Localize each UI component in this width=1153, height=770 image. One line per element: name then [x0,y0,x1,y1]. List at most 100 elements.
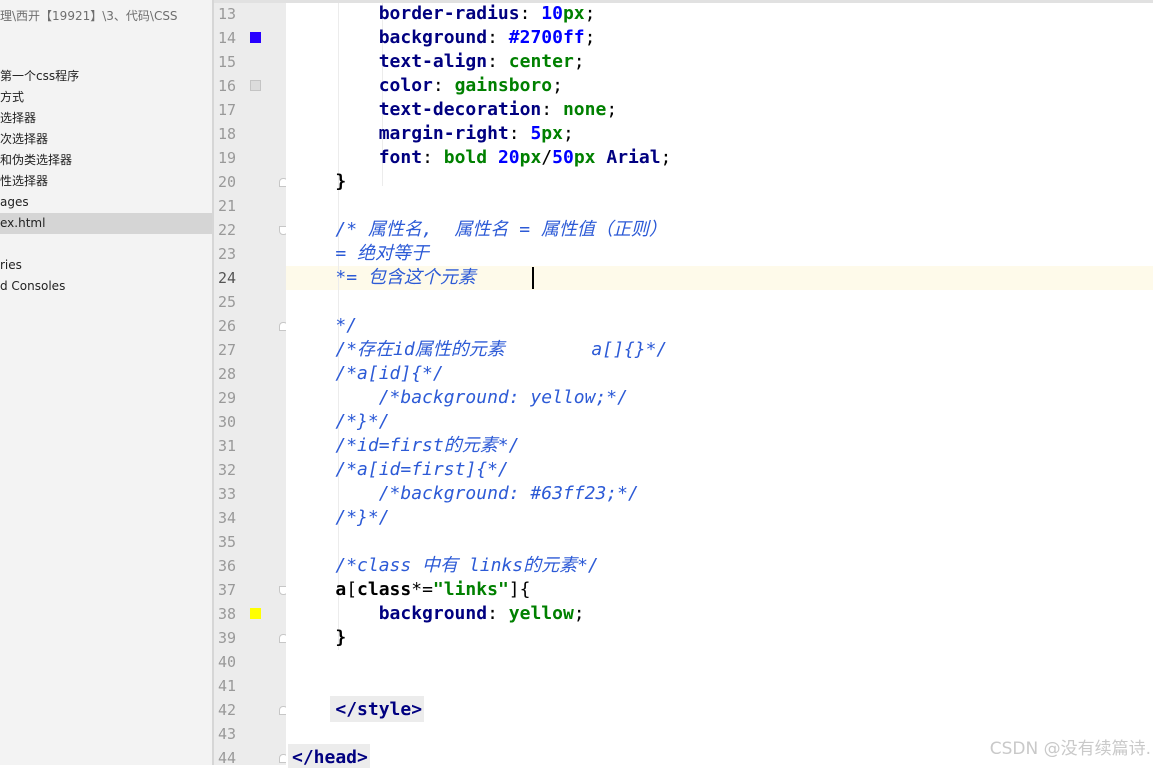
tree-item[interactable]: ries [0,255,22,276]
code-token: : [487,603,509,624]
code-token: : [508,123,531,144]
code-token: ; [573,603,585,624]
code-token: "links" [432,579,509,600]
code-token: /*class 中有 links的元素*/ [335,555,599,576]
color-preview-swatch[interactable] [250,80,261,91]
line-number: 37 [218,581,237,599]
code-line: /*a[id]{*/ [292,362,443,386]
line-number: 32 [218,461,237,479]
code-token: /*a[id=first]{*/ [335,459,509,480]
code-token: </style> [335,699,423,720]
line-number: 21 [218,197,237,215]
code-line: background: #2700ff; [292,26,596,50]
code-token: : [487,27,509,48]
code-token: px [541,123,563,144]
code-token: ; [606,99,618,120]
tree-item[interactable]: ages [0,192,29,213]
line-number: 30 [218,413,237,431]
line-number: 26 [218,317,237,335]
tree-item[interactable]: d Consoles [0,276,65,297]
line-number: 27 [218,341,237,359]
code-token: /*background: yellow;*/ [378,387,628,408]
code-token: *= [411,579,433,600]
code-token: ; [552,75,563,96]
code-token: /*存在id属性的元素 a[]{}*/ [335,339,668,360]
line-number: 24 [218,269,237,287]
code-token: yellow [508,603,574,624]
code-token: [ [346,579,358,600]
color-preview-swatch[interactable] [250,32,261,43]
editor-gutter: 13 14 15 16 17 18 19 20 21 22 23 24 25 26 27 28 29 30 31 32… [214,0,288,767]
code-token: gainsboro [454,75,553,96]
code-token: px [573,147,607,168]
code-token: */ [335,315,358,336]
line-number: 39 [218,629,237,647]
code-line: text-decoration: none; [292,98,617,122]
code-token: ; [584,3,596,24]
line-number: 41 [218,677,237,695]
code-line: *= 包含这个元素 [292,266,476,290]
line-number: 42 [218,701,237,719]
code-line: /*background: yellow;*/ [292,386,628,410]
code-token: = 绝对等于 [335,243,430,264]
tree-item[interactable]: 性选择器 [0,171,48,192]
color-preview-swatch[interactable] [250,608,261,619]
code-token: } [335,171,347,192]
code-line: /*存在id属性的元素 a[]{}*/ [292,338,667,362]
code-line: */ [292,314,357,338]
line-number: 40 [218,653,237,671]
tree-item[interactable]: 方式 [0,87,24,108]
code-token: 5 [530,123,542,144]
code-token: 20 [497,147,520,168]
code-line: } [292,170,346,194]
line-number: 31 [218,437,237,455]
code-line: /*class 中有 links的元素*/ [292,554,599,578]
code-token: /*}*/ [335,507,390,528]
code-token: : [487,51,509,72]
line-number: 43 [218,725,237,743]
line-number: 13 [218,5,237,23]
code-token: : [519,3,542,24]
code-line: /*id=first的元素*/ [292,434,519,458]
code-line: text-align: center; [292,50,585,74]
tree-item[interactable]: 第一个css程序 [0,66,79,87]
code-token: : [541,99,563,120]
code-editor[interactable]: border-radius: 10px; background: #2700ff… [286,0,1153,768]
code-token: ]{ [508,579,531,600]
code-token: : [422,147,444,168]
code-line: /*background: #63ff23;*/ [292,482,639,506]
code-token: bold [443,147,498,168]
code-token: ; [573,51,585,72]
watermark: CSDN @没有续篇诗. [989,739,1151,759]
code-token: /*background: #63ff23;*/ [378,483,639,504]
code-line: </head> [292,746,368,770]
code-line: /* 属性名, 属性名 = 属性值（正则） [292,218,667,242]
tree-item[interactable]: 选择器 [0,108,36,129]
code-token: ; [584,27,596,48]
line-number: 28 [218,365,237,383]
code-line: color: gainsboro; [292,74,563,98]
tree-item[interactable]: 和伪类选择器 [0,150,72,171]
line-number: 23 [218,245,237,263]
tree-item[interactable]: 次选择器 [0,129,48,150]
code-token: font [378,147,423,168]
line-number: 22 [218,221,237,239]
code-line: margin-right: 5px; [292,122,574,146]
code-token: center [508,51,574,72]
line-number: 18 [218,125,237,143]
tree-item[interactable]: ex.html [0,213,212,234]
